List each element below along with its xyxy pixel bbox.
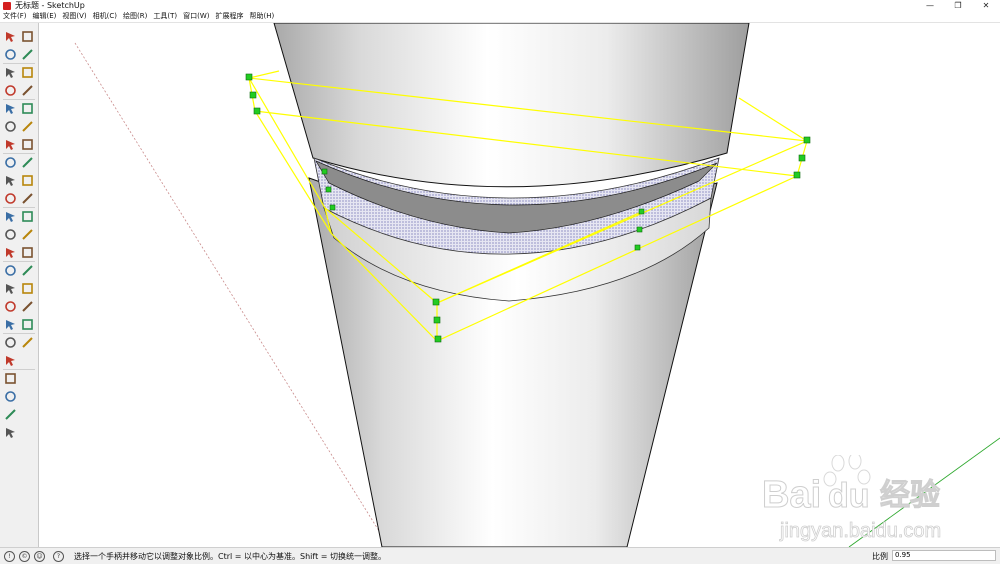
- menu-window[interactable]: 窗口(W): [180, 11, 212, 22]
- zoom-window-icon[interactable]: [3, 281, 18, 296]
- 3d-text-icon[interactable]: [3, 245, 18, 260]
- watermark-brand-right: 经验: [880, 478, 940, 513]
- select-icon[interactable]: [3, 29, 18, 44]
- toolbar-separator: [3, 99, 35, 100]
- toolbar-separator: [3, 207, 35, 208]
- status-message: 选择一个手柄并移动它以调整对象比例。Ctrl = 以中心为基准。Shift = …: [74, 551, 386, 561]
- help-icon[interactable]: ?: [53, 550, 64, 562]
- menu-edit[interactable]: 编辑(E): [30, 11, 60, 22]
- scale-icon[interactable]: [20, 173, 35, 188]
- arc-icon[interactable]: [20, 101, 35, 116]
- circle-icon[interactable]: [20, 83, 35, 98]
- follow-me-icon[interactable]: [3, 173, 18, 188]
- pan-icon[interactable]: [3, 263, 18, 278]
- layer-box-icon[interactable]: [3, 425, 18, 440]
- two-point-arc-icon[interactable]: [20, 119, 35, 134]
- geo-location-icon[interactable]: !: [4, 550, 15, 562]
- zoom-icon[interactable]: [20, 263, 35, 278]
- house-outline-icon[interactable]: [3, 407, 18, 422]
- three-point-arc-icon[interactable]: [3, 137, 18, 152]
- section-plane-icon[interactable]: [3, 335, 18, 350]
- paint-bucket-icon[interactable]: [20, 29, 35, 44]
- component-icon[interactable]: [3, 389, 18, 404]
- move-icon[interactable]: [20, 137, 35, 152]
- menu-extensions[interactable]: 扩展程序: [212, 11, 246, 22]
- minimize-icon[interactable]: —: [916, 0, 944, 11]
- restore-icon[interactable]: ❐: [944, 0, 972, 11]
- eraser-icon[interactable]: [3, 47, 18, 62]
- toolbar-separator: [3, 63, 35, 64]
- sketchup-logo-icon: [3, 1, 11, 10]
- orbit-icon[interactable]: [20, 245, 35, 260]
- push-pull-icon[interactable]: [3, 155, 18, 170]
- title-bar: 无标题 - SketchUp — ❐ ✕: [0, 0, 1000, 11]
- measurements-label: 比例: [872, 552, 888, 561]
- protractor-icon[interactable]: [20, 209, 35, 224]
- status-bar: ! © ☺ ? 选择一个手柄并移动它以调整对象比例。Ctrl = 以中心为基准。…: [0, 547, 1000, 564]
- zoom-extents-icon[interactable]: [20, 281, 35, 296]
- watermark-url: jingyan.baidu.com: [779, 520, 941, 542]
- look-around-icon[interactable]: [3, 317, 18, 332]
- baidu-jingyan-watermark: Bai du 经验 jingyan.baidu.com: [760, 452, 960, 543]
- menu-camera[interactable]: 相机(C): [90, 11, 120, 22]
- text-icon[interactable]: [3, 227, 18, 242]
- large-tool-set-toolbar: [0, 23, 39, 547]
- rectangle-icon[interactable]: [20, 65, 35, 80]
- polygon-icon[interactable]: [3, 101, 18, 116]
- warehouse-icon[interactable]: [20, 335, 35, 350]
- menu-file[interactable]: 文件(F): [0, 11, 30, 22]
- offset-icon[interactable]: [3, 191, 18, 206]
- toolbar-separator: [3, 153, 35, 154]
- menu-bar: 文件(F) 编辑(E) 视图(V) 相机(C) 绘图(R) 工具(T) 窗口(W…: [0, 11, 1000, 23]
- pie-icon[interactable]: [3, 119, 18, 134]
- tape-measure-icon[interactable]: [20, 191, 35, 206]
- rotated-rectangle-icon[interactable]: [3, 83, 18, 98]
- toolbar-separator: [3, 369, 35, 370]
- menu-help[interactable]: 帮助(H): [246, 11, 277, 22]
- rotate-icon[interactable]: [20, 155, 35, 170]
- freehand-icon[interactable]: [3, 65, 18, 80]
- user-icon[interactable]: ☺: [34, 550, 45, 562]
- menu-view[interactable]: 视图(V): [59, 11, 89, 22]
- pencil-line-icon[interactable]: [20, 47, 35, 62]
- toolbar-separator: [3, 333, 35, 334]
- menu-draw[interactable]: 绘图(R): [120, 11, 150, 22]
- window-controls: — ❐ ✕: [916, 0, 1000, 11]
- credits-icon[interactable]: ©: [19, 550, 30, 562]
- walk-icon[interactable]: [20, 317, 35, 332]
- measurements-input[interactable]: [892, 550, 996, 561]
- axes-icon[interactable]: [20, 227, 35, 242]
- window-title: 无标题 - SketchUp: [15, 1, 85, 10]
- position-camera-icon[interactable]: [20, 299, 35, 314]
- dimension-icon[interactable]: [3, 209, 18, 224]
- menu-tools[interactable]: 工具(T): [150, 11, 180, 22]
- home-icon[interactable]: [3, 371, 18, 386]
- close-icon[interactable]: ✕: [972, 0, 1000, 11]
- watermark-paw-du: du: [828, 477, 870, 515]
- extension-icon[interactable]: [3, 353, 18, 368]
- previous-view-icon[interactable]: [3, 299, 18, 314]
- toolbar-separator: [3, 261, 35, 262]
- watermark-brand-left: Bai: [762, 474, 821, 516]
